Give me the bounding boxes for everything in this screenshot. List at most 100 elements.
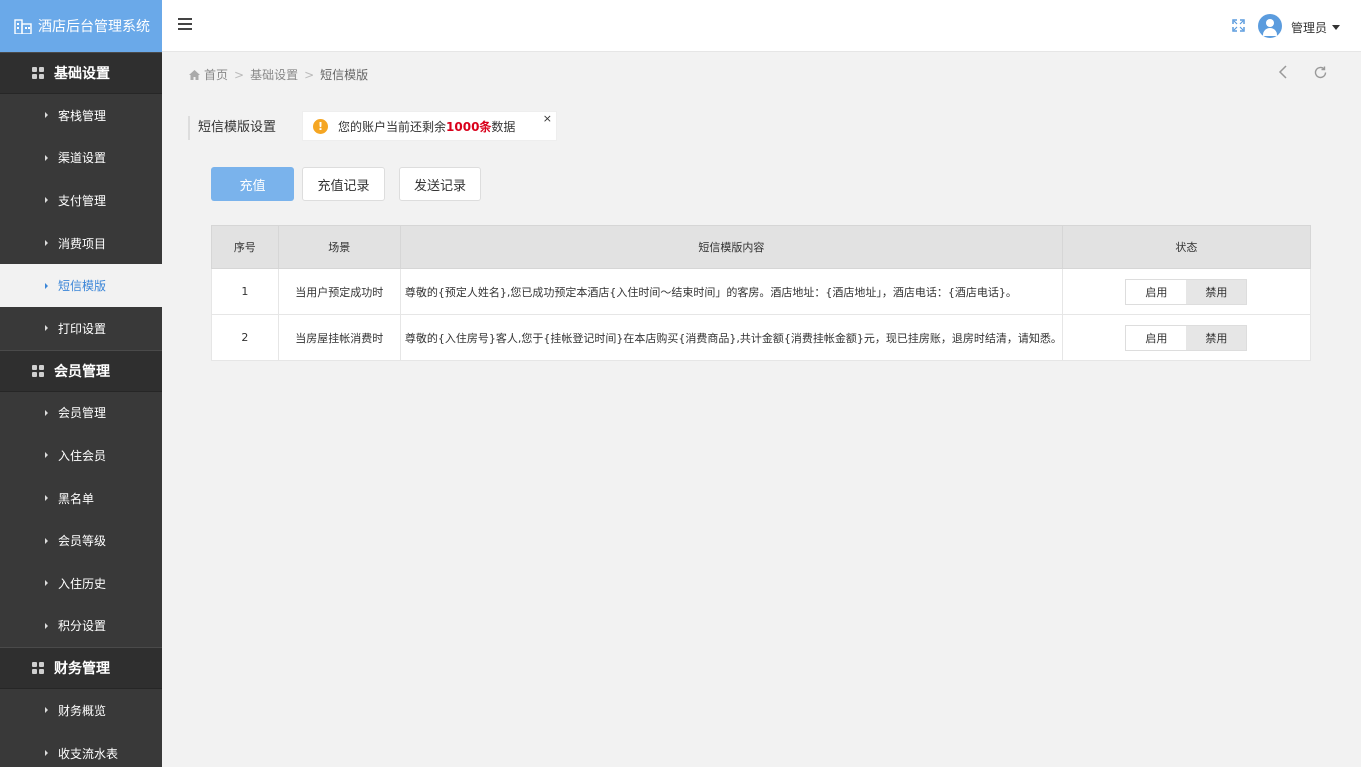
enable-button[interactable]: 启用 — [1126, 325, 1187, 350]
home-icon — [189, 69, 200, 80]
breadcrumb-separator: > — [304, 67, 315, 82]
chevron-down-icon[interactable] — [1332, 25, 1340, 30]
caret-right-icon — [45, 197, 48, 204]
enable-button[interactable]: 启用 — [1126, 279, 1187, 304]
cell-status: 启用 禁用 — [1061, 268, 1312, 315]
send-record-button[interactable]: 发送记录 — [399, 167, 481, 201]
app-title: 酒店后台管理系统 — [38, 19, 150, 35]
avatar[interactable] — [1258, 14, 1282, 38]
sidebar-item-channel-settings[interactable]: 渠道设置 — [0, 137, 162, 180]
cell-scene: 当房屋挂帐消费时 — [277, 314, 401, 361]
caret-right-icon — [45, 282, 48, 289]
caret-right-icon — [45, 707, 48, 714]
caret-right-icon — [45, 495, 48, 502]
sidebar-item-print-settings[interactable]: 打印设置 — [0, 307, 162, 350]
sidebar-item-label: 积分设置 — [58, 619, 107, 634]
top-header: 管理员 — [162, 0, 1361, 52]
column-header-status: 状态 — [1061, 225, 1312, 269]
sidebar-item-label: 会员管理 — [58, 406, 107, 421]
cell-no: 1 — [211, 268, 279, 315]
sidebar-item-label: 会员等级 — [58, 534, 107, 549]
menu-group-title: 会员管理 — [54, 363, 110, 380]
sidebar-item-label: 财务概览 — [58, 703, 107, 718]
breadcrumb-current: 短信模版 — [320, 68, 369, 82]
sidebar-item-label: 支付管理 — [58, 193, 107, 208]
refresh-icon[interactable] — [1313, 65, 1328, 80]
menu-group-title: 基础设置 — [54, 66, 110, 82]
sidebar-item-label: 收支流水表 — [58, 746, 119, 761]
sidebar-item-member-management[interactable]: 会员管理 — [0, 392, 162, 435]
caret-right-icon — [45, 622, 48, 629]
notice-count: 1000条 — [446, 119, 492, 134]
breadcrumb-home[interactable]: 首页 — [204, 66, 228, 83]
recharge-record-button[interactable]: 充值记录 — [302, 167, 385, 201]
caret-right-icon — [45, 240, 48, 247]
status-toggle: 启用 禁用 — [1125, 324, 1248, 351]
cell-scene: 当用户预定成功时 — [277, 268, 401, 315]
sidebar-item-label: 渠道设置 — [58, 151, 107, 166]
caret-right-icon — [45, 154, 48, 161]
notice-prefix: 您的账户当前还剩余 — [338, 119, 447, 134]
status-toggle: 启用 禁用 — [1125, 278, 1248, 305]
sidebar: 酒店后台管理系统 基础设置 客栈管理 渠道设置 支付管理 消费项目 短信模版 打… — [0, 0, 162, 767]
sidebar-item-label: 入住会员 — [58, 448, 107, 463]
sidebar-item-checked-in-members[interactable]: 入住会员 — [0, 434, 162, 477]
menu-group-basic-settings[interactable]: 基础设置 — [0, 52, 162, 94]
sidebar-item-inn-management[interactable]: 客栈管理 — [0, 94, 162, 137]
sidebar-item-blacklist[interactable]: 黑名单 — [0, 477, 162, 520]
fullscreen-icon[interactable] — [1232, 19, 1245, 32]
caret-right-icon — [45, 409, 48, 416]
recharge-button[interactable]: 充值 — [211, 167, 294, 201]
table-header-row: 序号 场景 短信模版内容 状态 — [211, 225, 1312, 269]
column-header-no: 序号 — [211, 225, 279, 269]
cell-no: 2 — [211, 314, 279, 361]
grid-icon — [32, 67, 44, 79]
sidebar-item-label: 短信模版 — [58, 279, 107, 294]
caret-right-icon — [45, 537, 48, 544]
column-header-content: 短信模版内容 — [399, 225, 1063, 269]
breadcrumb: 首页 > 基础设置 > 短信模版 — [189, 66, 368, 83]
breadcrumb-bar: 首页 > 基础设置 > 短信模版 — [162, 52, 1361, 94]
sidebar-item-finance-overview[interactable]: 财务概览 — [0, 689, 162, 732]
sms-template-table: 序号 场景 短信模版内容 状态 1 当用户预定成功时 尊敬的{预定人姓名},您已… — [211, 225, 1312, 361]
info-icon: ! — [313, 118, 328, 134]
balance-notice: ! 您的账户当前还剩余 1000条 数据 × — [302, 111, 557, 141]
breadcrumb-separator: > — [234, 67, 245, 82]
menu-toggle-icon[interactable] — [178, 18, 192, 32]
disable-button[interactable]: 禁用 — [1186, 279, 1247, 304]
table-row: 1 当用户预定成功时 尊敬的{预定人姓名},您已成功预定本酒店{入住时间～结束时… — [211, 268, 1312, 315]
sidebar-item-cashflow-statement[interactable]: 收支流水表 — [0, 732, 162, 767]
caret-right-icon — [45, 112, 48, 119]
notice-suffix: 数据 — [491, 119, 516, 134]
sidebar-item-label: 消费项目 — [58, 236, 107, 251]
sidebar-item-payment-management[interactable]: 支付管理 — [0, 179, 162, 222]
cell-content: 尊敬的{入住房号}客人,您于{挂帐登记时间}在本店购买{消费商品},共计金额{消… — [399, 314, 1063, 361]
sidebar-item-sms-templates[interactable]: 短信模版 — [0, 264, 162, 307]
breadcrumb-basic-settings[interactable]: 基础设置 — [250, 66, 298, 83]
grid-icon — [32, 662, 44, 675]
caret-right-icon — [45, 750, 48, 757]
menu-group-finance-management[interactable]: 财务管理 — [0, 647, 162, 690]
column-header-scene: 场景 — [277, 225, 401, 269]
caret-right-icon — [45, 580, 48, 587]
sidebar-item-member-levels[interactable]: 会员等级 — [0, 519, 162, 562]
disable-button[interactable]: 禁用 — [1186, 325, 1247, 350]
menu-group-title: 财务管理 — [54, 661, 110, 678]
sidebar-item-checkin-history[interactable]: 入住历史 — [0, 562, 162, 605]
hotel-building-icon — [14, 19, 32, 34]
sidebar-item-consumption-items[interactable]: 消费项目 — [0, 222, 162, 265]
close-icon[interactable]: × — [543, 112, 552, 125]
section-title: 短信模版设置 — [188, 116, 276, 140]
sidebar-item-label: 打印设置 — [58, 321, 107, 336]
sidebar-item-label: 入住历史 — [58, 576, 107, 591]
app-logo[interactable]: 酒店后台管理系统 — [0, 0, 162, 52]
menu-group-member-management[interactable]: 会员管理 — [0, 349, 162, 392]
user-name[interactable]: 管理员 — [1291, 19, 1327, 36]
table-row: 2 当房屋挂帐消费时 尊敬的{入住房号}客人,您于{挂帐登记时间}在本店购买{消… — [211, 314, 1312, 361]
cell-status: 启用 禁用 — [1061, 314, 1312, 361]
sidebar-item-points-settings[interactable]: 积分设置 — [0, 605, 162, 648]
chevron-left-icon[interactable] — [1277, 65, 1289, 79]
caret-right-icon — [45, 452, 48, 459]
grid-icon — [32, 364, 44, 377]
caret-right-icon — [45, 325, 48, 332]
